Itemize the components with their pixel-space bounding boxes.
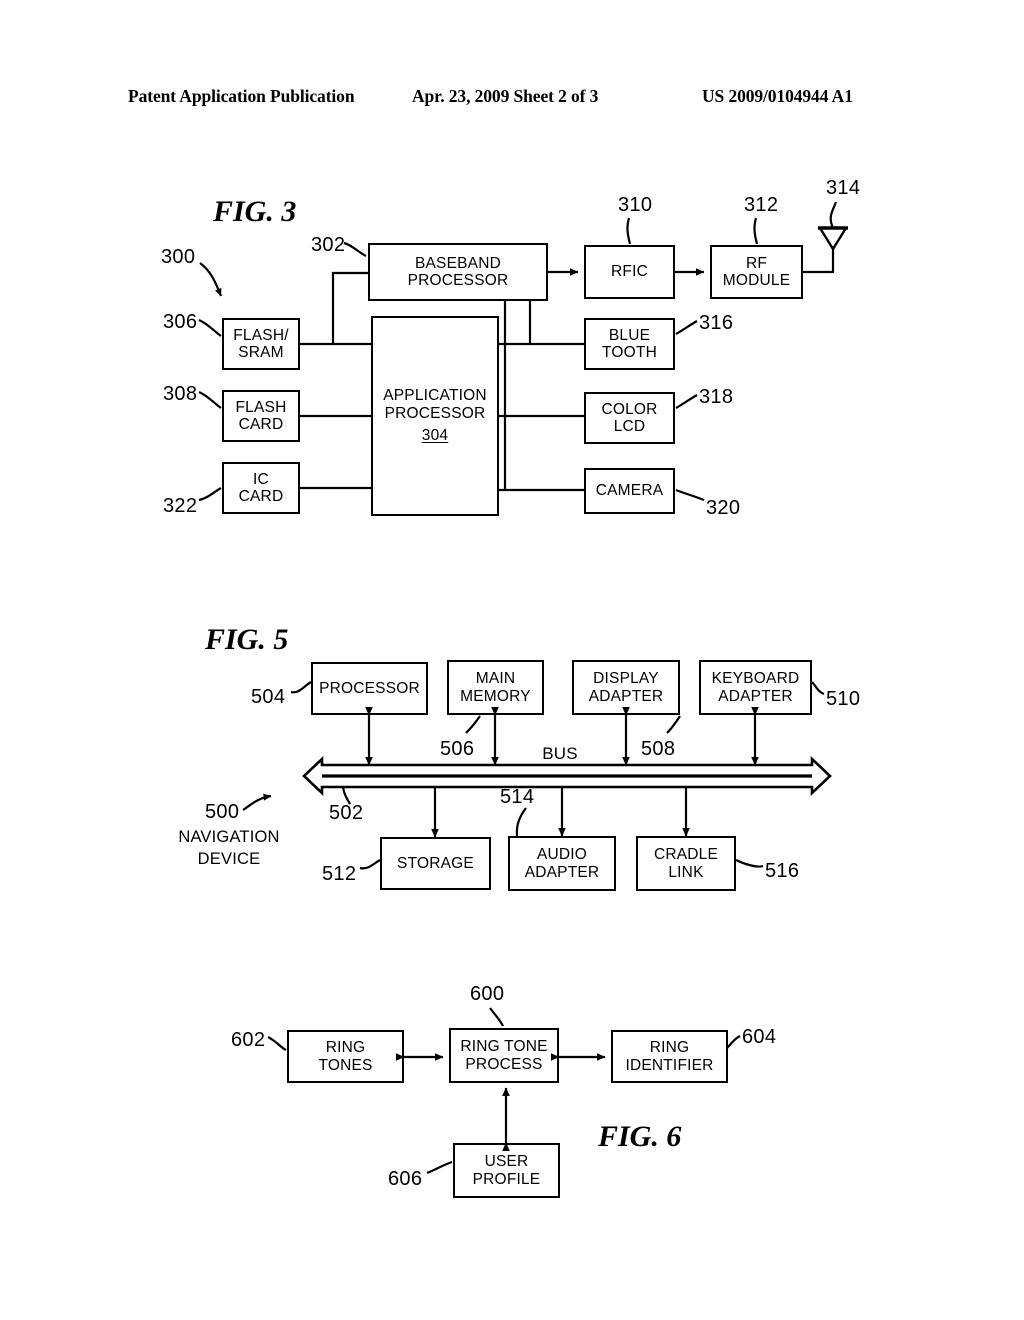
fig3-bluetooth-line2: TOOTH [602,344,657,361]
fig5-box-keyboard-adapter: KEYBOARD ADAPTER [699,660,812,715]
fig5-cradle-link-line1: CRADLE [653,846,719,864]
fig5-ref-506: 506 [440,738,475,760]
fig3-ref-318: 318 [699,386,734,408]
antenna-symbol [817,226,849,252]
fig3-color-lcd-line2: LCD [613,418,646,435]
fig3-ic-card-line2: CARD [238,488,284,505]
header-date-sheet: Apr. 23, 2009 Sheet 2 of 3 [412,86,599,106]
fig3-box-color-lcd: COLOR LCD [584,392,675,444]
patent-drawing-page: Patent Application Publication Apr. 23, … [0,0,1024,1320]
fig5-ref-500: 500 [205,801,240,823]
header-patent-number: US 2009/0104944 A1 [702,86,853,106]
fig6-ring-tone-process-line2: PROCESS [465,1055,543,1073]
fig5-main-memory-line2: MEMORY [460,687,531,705]
fig6-ring-tone-process-line1: RING TONE [460,1038,548,1056]
fig5-ref-512: 512 [322,863,357,885]
fig3-ref-310: 310 [618,194,653,216]
fig5-storage-line1: STORAGE [397,854,474,872]
fig3-box-flash-sram: FLASH/ SRAM [222,318,300,370]
fig3-box-application-processor: APPLICATION PROCESSOR 304 [371,316,499,516]
fig6-box-user-profile: USER PROFILE [453,1143,560,1198]
figure-6-label: FIG. 6 [598,1120,682,1153]
fig5-audio-adapter-line1: AUDIO [536,846,588,864]
fig5-box-processor: PROCESSOR [311,662,428,715]
fig5-display-adapter-line1: DISPLAY [593,670,659,688]
fig3-ref-322: 322 [163,495,198,517]
fig5-ref-514: 514 [500,786,535,808]
fig6-ref-606: 606 [388,1168,423,1190]
fig5-ref-502: 502 [329,802,364,824]
fig6-ring-identifier-line1: RING [649,1039,690,1057]
figure-5-label: FIG. 5 [205,623,289,656]
fig6-ref-604: 604 [742,1026,777,1048]
fig3-rf-module-line2: MODULE [722,272,791,289]
fig3-box-flash-card: FLASH CARD [222,390,300,442]
fig5-processor-line1: PROCESSOR [319,679,420,697]
fig3-application-line2: PROCESSOR [384,404,486,422]
fig6-ref-600: 600 [470,983,505,1005]
fig5-box-display-adapter: DISPLAY ADAPTER [572,660,680,715]
fig3-ref-306: 306 [163,311,198,333]
fig5-ref-516: 516 [765,860,800,882]
fig5-box-main-memory: MAIN MEMORY [447,660,544,715]
fig3-rf-module-line1: RF [745,254,768,272]
fig6-box-ring-tones: RING TONES [287,1030,404,1083]
fig5-display-adapter-line2: ADAPTER [588,687,664,705]
fig5-box-audio-adapter: AUDIO ADAPTER [508,836,616,891]
fig3-ref-308: 308 [163,383,198,405]
fig6-ring-tones-line2: TONES [318,1056,373,1074]
fig6-ref-602: 602 [231,1029,266,1051]
fig6-user-profile-line2: PROFILE [472,1170,541,1188]
fig3-flash-card-line1: FLASH [235,398,287,416]
fig5-keyboard-adapter-line1: KEYBOARD [711,670,800,688]
fig6-ring-identifier-line2: IDENTIFIER [625,1056,714,1074]
fig5-cradle-link-line2: LINK [668,863,704,881]
fig5-ref-504: 504 [251,686,286,708]
fig3-baseband-line2: PROCESSOR [407,272,509,289]
fig3-bluetooth-line1: BLUE [608,326,651,344]
fig5-box-cradle-link: CRADLE LINK [636,836,736,891]
fig6-ring-tones-line1: RING [325,1039,366,1057]
fig5-box-storage: STORAGE [380,837,491,890]
fig3-baseband-line1: BASEBAND [414,254,502,272]
fig5-system-name-line1: NAVIGATION [178,828,280,846]
fig5-audio-adapter-line2: ADAPTER [524,863,600,881]
fig5-ref-510: 510 [826,688,861,710]
fig6-box-ring-identifier: RING IDENTIFIER [611,1030,728,1083]
figure-3-label: FIG. 3 [213,195,297,228]
fig3-ref-312: 312 [744,194,779,216]
fig3-box-rfic: RFIC [584,245,675,299]
fig3-flash-sram-line1: FLASH/ [233,326,289,344]
fig3-flash-sram-line2: SRAM [238,344,284,361]
header-publication-title: Patent Application Publication [128,86,355,106]
fig3-color-lcd-line1: COLOR [601,400,658,418]
fig3-application-ref: 304 [421,427,449,445]
fig3-flash-card-line2: CARD [238,416,284,433]
fig3-rfic-line1: RFIC [611,263,648,281]
fig3-ref-320: 320 [706,497,741,519]
system-bus [302,755,832,797]
fig5-keyboard-adapter-line2: ADAPTER [718,687,793,705]
fig3-box-camera: CAMERA [584,468,675,514]
fig3-ic-card-line1: IC [253,470,269,488]
fig6-user-profile-line1: USER [484,1153,529,1171]
fig3-camera-line1: CAMERA [595,482,664,500]
fig3-ref-316: 316 [699,312,734,334]
fig6-box-ring-tone-process: RING TONE PROCESS [449,1028,559,1083]
fig3-application-line1: APPLICATION [383,387,487,405]
fig3-ref-302: 302 [311,234,346,256]
fig3-box-baseband-processor: BASEBAND PROCESSOR [368,243,548,301]
fig3-ref-300: 300 [161,246,196,268]
fig5-bus-label: BUS [542,744,578,763]
fig5-main-memory-line1: MAIN [475,670,516,688]
fig3-box-bluetooth: BLUE TOOTH [584,318,675,370]
fig3-box-rf-module: RF MODULE [710,245,803,299]
fig5-ref-508: 508 [641,738,676,760]
fig3-ref-314: 314 [826,177,861,199]
fig3-box-ic-card: IC CARD [222,462,300,514]
fig5-system-name-line2: DEVICE [197,850,261,868]
